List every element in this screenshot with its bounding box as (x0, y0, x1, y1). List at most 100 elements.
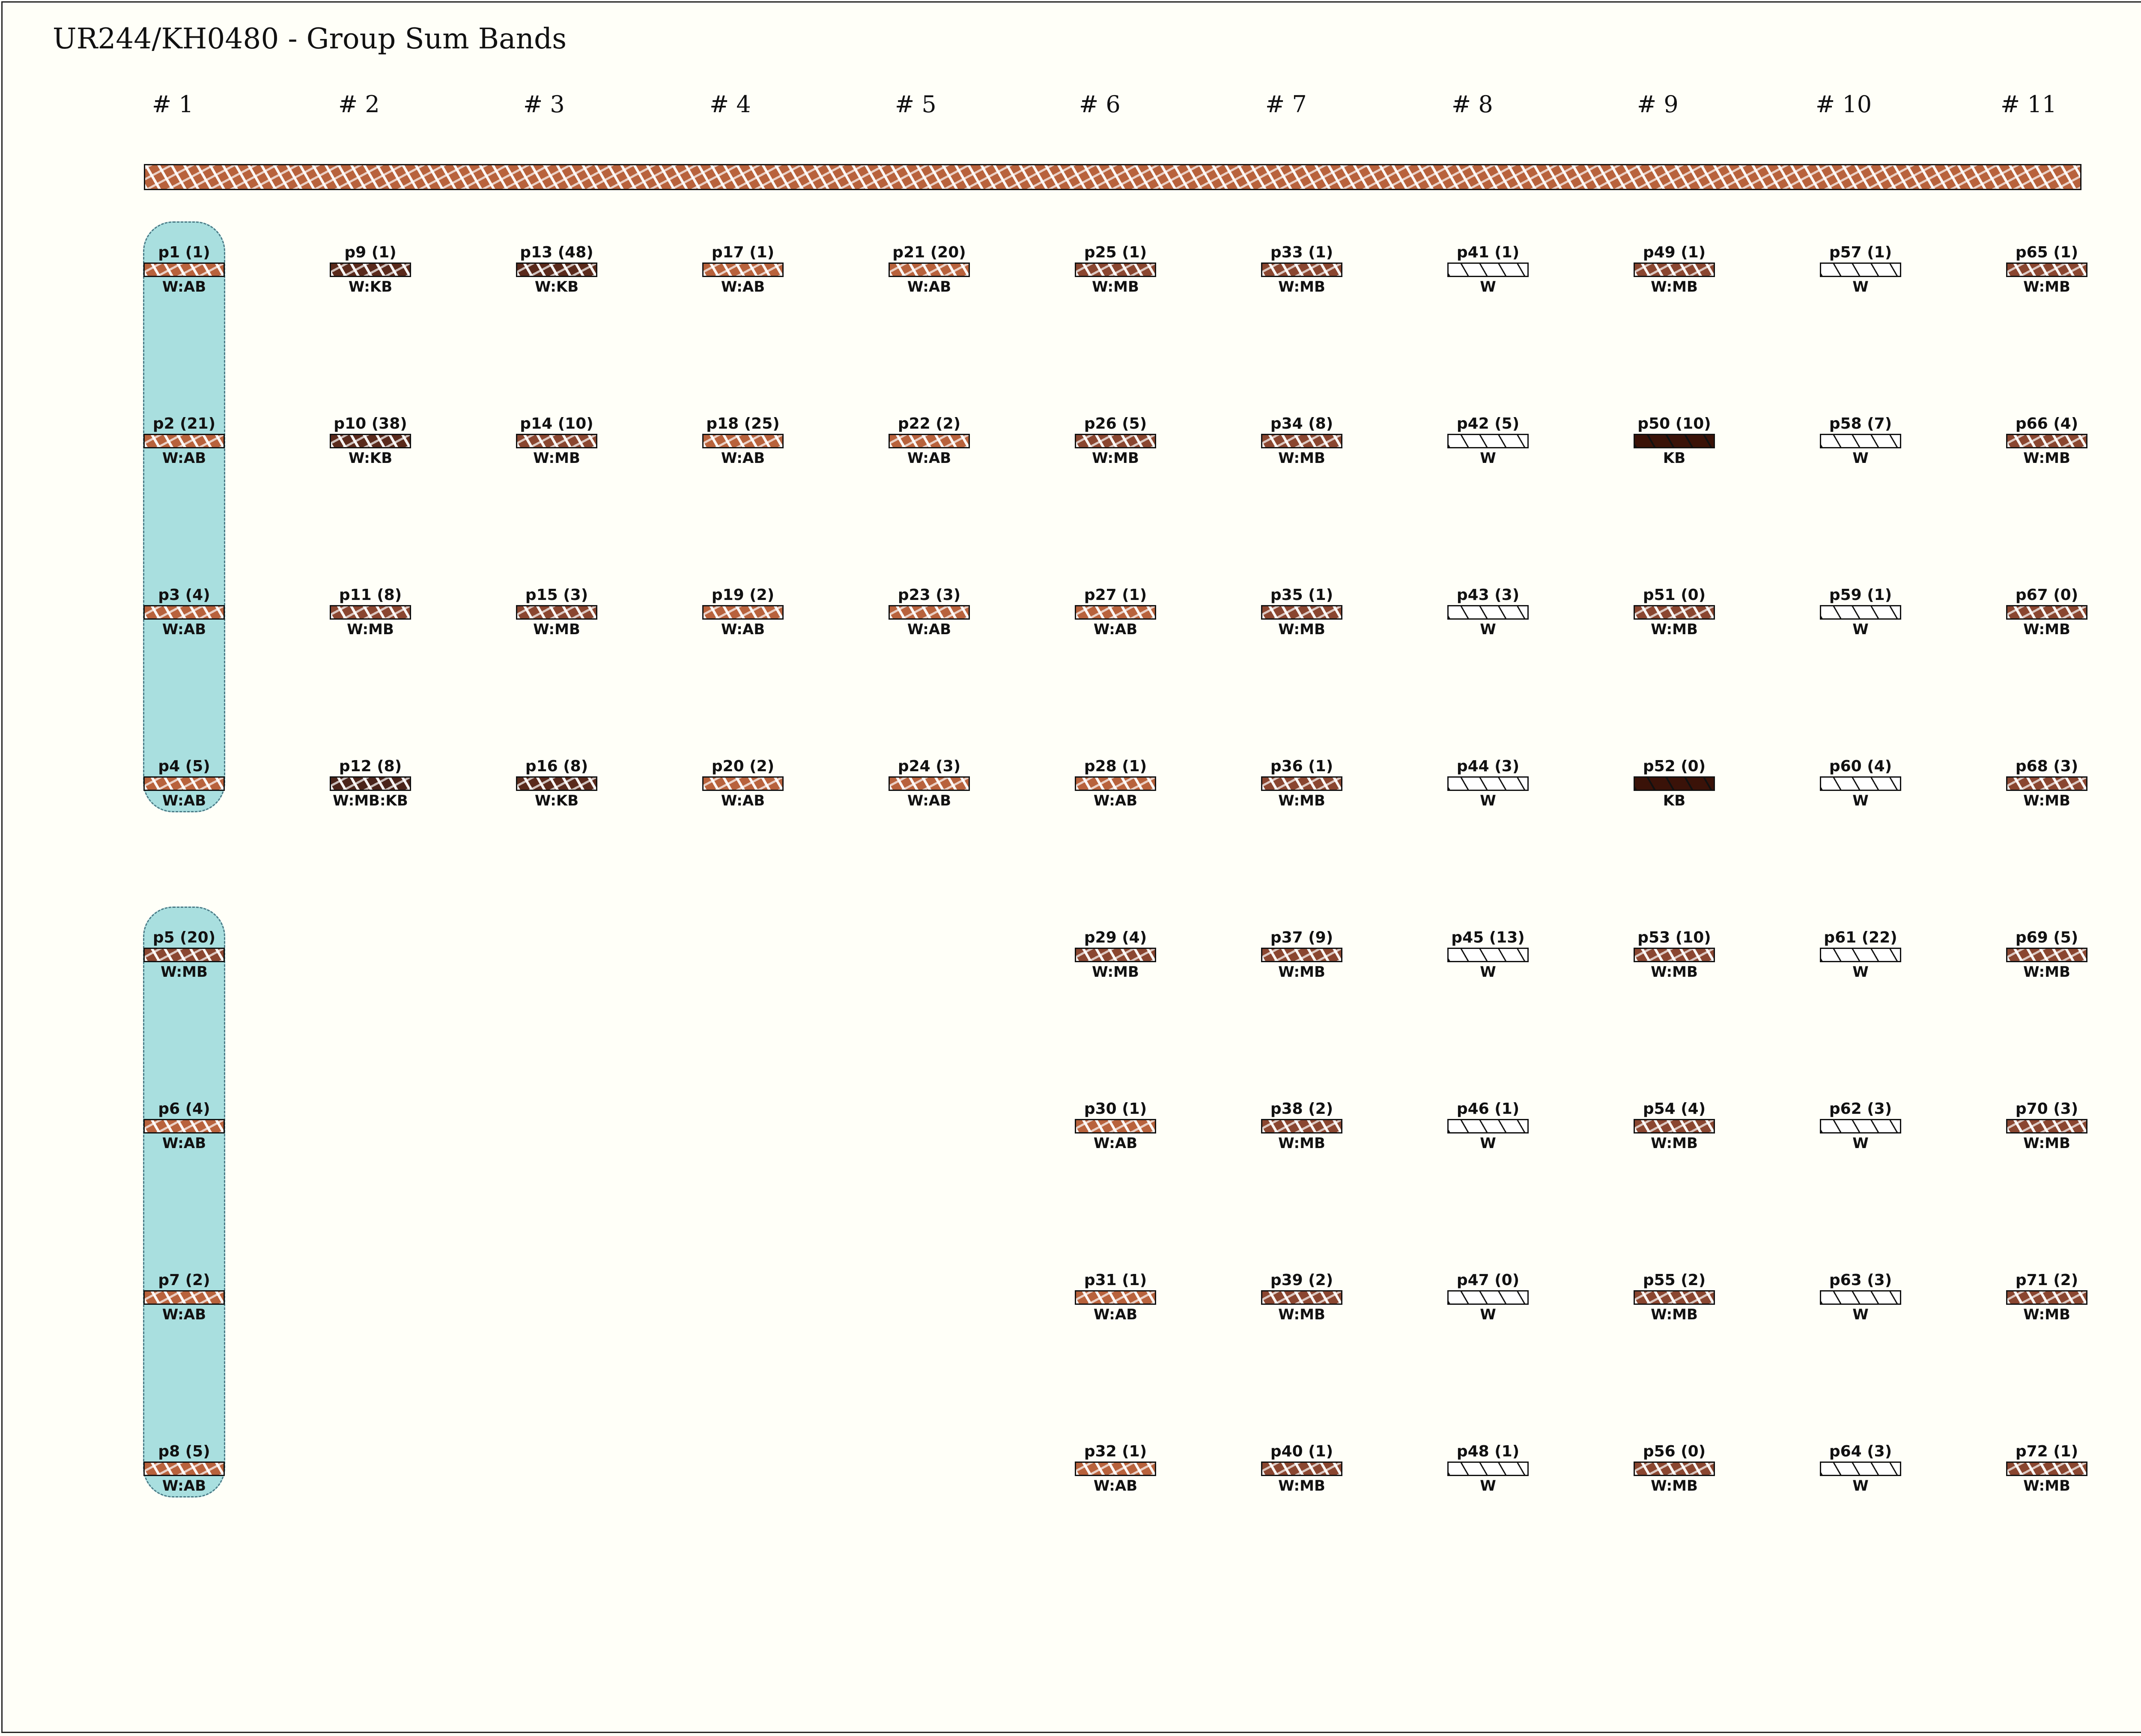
cell-band (1075, 1462, 1156, 1476)
cell-band (1820, 948, 1901, 962)
cell-code: W:MB:KB (333, 792, 408, 809)
cell-label: p3 (4) (158, 586, 210, 604)
cell-label: p62 (3) (1829, 1100, 1892, 1118)
cell-label: p26 (5) (1084, 415, 1147, 433)
diagram-title: UR244/KH0480 - Group Sum Bands (53, 22, 567, 55)
cell-code: W:MB (2023, 963, 2070, 981)
cell-band (1447, 1119, 1529, 1133)
cell-code: W:AB (1093, 1306, 1138, 1323)
band-cell: p3 (4) W:AB (128, 585, 240, 639)
cell-label: p67 (0) (2015, 586, 2078, 604)
cell-code: W:MB (1651, 278, 1698, 295)
cell-band (1075, 434, 1156, 448)
cell-label: p7 (2) (158, 1271, 210, 1289)
cell-code: W:AB (1093, 621, 1138, 638)
band-cell: p70 (3) W:MB (1991, 1099, 2102, 1153)
cell-code: W:MB (2023, 1135, 2070, 1152)
band-cell: p62 (3) W (1805, 1099, 1916, 1153)
cell-label: p44 (3) (1456, 758, 1520, 775)
cell-label: p61 (22) (1824, 929, 1897, 946)
band-cell: p69 (5) W:MB (1991, 928, 2102, 982)
cell-label: p64 (3) (1829, 1443, 1892, 1460)
cell-label: p51 (0) (1643, 586, 1706, 604)
cell-label: p63 (3) (1829, 1271, 1892, 1289)
cell-label: p37 (9) (1270, 929, 1333, 946)
cell-code: W (1852, 963, 1869, 981)
band-cell: p23 (3) W:AB (874, 585, 985, 639)
cell-label: p5 (20) (152, 929, 216, 946)
summary-band (144, 164, 2081, 190)
cell-code: W:MB (1651, 621, 1698, 638)
cell-band (1261, 776, 1342, 791)
cell-label: p39 (2) (1270, 1271, 1333, 1289)
cell-band (516, 434, 597, 448)
cell-label: p41 (1) (1456, 244, 1520, 261)
cell-band (1634, 262, 1715, 277)
cell-code: W:MB (1651, 1306, 1698, 1323)
cell-code: W:AB (907, 450, 951, 467)
cell-band (1820, 1290, 1901, 1305)
column-header: # 9 (1637, 91, 1679, 118)
column-header: # 7 (1265, 91, 1307, 118)
band-cell: p45 (13) W (1432, 928, 1544, 982)
cell-code: W:AB (1093, 1477, 1138, 1494)
cell-label: p20 (2) (711, 758, 775, 775)
band-cell: p67 (0) W:MB (1991, 585, 2102, 639)
cell-code: W:MB (2023, 621, 2070, 638)
band-cell: p9 (1) W:KB (315, 243, 426, 297)
band-cell: p11 (8) W:MB (315, 585, 426, 639)
cell-band (1261, 434, 1342, 448)
cell-band (1634, 1462, 1715, 1476)
cell-label: p25 (1) (1084, 244, 1147, 261)
cell-band (143, 1290, 225, 1305)
cell-band (1261, 605, 1342, 620)
cell-band (2006, 434, 2087, 448)
cell-label: p34 (8) (1270, 415, 1333, 433)
band-cell: p16 (8) W:KB (501, 757, 612, 811)
cell-label: p50 (10) (1637, 415, 1711, 433)
cell-code: W (1852, 278, 1869, 295)
cell-code: W:AB (907, 792, 951, 809)
cell-label: p58 (7) (1829, 415, 1892, 433)
cell-band (1820, 434, 1901, 448)
cell-label: p28 (1) (1084, 758, 1147, 775)
cell-label: p33 (1) (1270, 244, 1333, 261)
column-header: # 1 (152, 91, 194, 118)
cell-code: W (1480, 1477, 1496, 1494)
band-cell: p26 (5) W:MB (1060, 414, 1171, 468)
cell-band (1261, 948, 1342, 962)
cell-band (330, 434, 411, 448)
band-cell: p25 (1) W:MB (1060, 243, 1171, 297)
cell-label: p16 (8) (525, 758, 588, 775)
band-cell: p19 (2) W:AB (687, 585, 799, 639)
cell-band (702, 262, 784, 277)
cell-band (1261, 262, 1342, 277)
cell-code: W (1852, 621, 1869, 638)
cell-code: W:KB (534, 278, 579, 295)
band-cell: p65 (1) W:MB (1991, 243, 2102, 297)
band-cell: p15 (3) W:MB (501, 585, 612, 639)
cell-code: KB (1663, 450, 1686, 467)
cell-label: p49 (1) (1643, 244, 1706, 261)
cell-label: p4 (5) (158, 758, 210, 775)
cell-band (143, 1119, 225, 1133)
cell-band (516, 605, 597, 620)
band-cell: p49 (1) W:MB (1619, 243, 1730, 297)
cell-label: p11 (8) (339, 586, 402, 604)
band-cell: p12 (8) W:MB:KB (315, 757, 426, 811)
cell-label: p71 (2) (2015, 1271, 2078, 1289)
cell-code: W (1852, 450, 1869, 467)
cell-band (1075, 1290, 1156, 1305)
column-header: # 3 (523, 91, 565, 118)
band-cell: p17 (1) W:AB (687, 243, 799, 297)
cell-label: p19 (2) (711, 586, 775, 604)
cell-band (1820, 776, 1901, 791)
cell-label: p59 (1) (1829, 586, 1892, 604)
cell-band (1075, 262, 1156, 277)
band-cell: p53 (10) W:MB (1619, 928, 1730, 982)
cell-band (1820, 1462, 1901, 1476)
cell-code: W:MB (1278, 1306, 1325, 1323)
cell-label: p12 (8) (339, 758, 402, 775)
cell-label: p43 (3) (1456, 586, 1520, 604)
band-cell: p47 (0) W (1432, 1271, 1544, 1324)
